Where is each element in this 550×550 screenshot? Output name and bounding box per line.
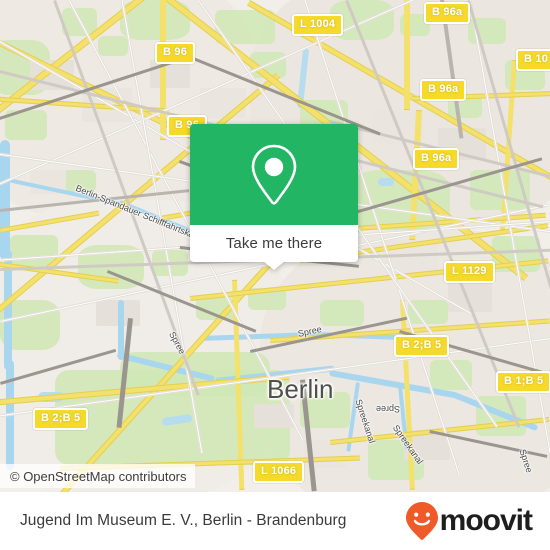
road-shield: B 96: [155, 42, 196, 64]
take-me-there-label: Take me there: [225, 235, 323, 252]
attribution-text: © OpenStreetMap contributors: [10, 468, 187, 484]
road-shield: L 1066: [253, 461, 305, 483]
bottom-bar: Jugend Im Museum E. V., Berlin - Branden…: [0, 492, 550, 550]
road-shield: B 1;B 5: [496, 371, 550, 393]
road-shield: B 2;B 5: [33, 408, 89, 430]
popup-header: [190, 124, 358, 225]
place-title: Jugend Im Museum E. V., Berlin - Branden…: [20, 512, 347, 529]
road-shield: B 96a: [420, 79, 467, 101]
screenshot-root: Berlin-Spandauer Schifffahrtskanal Spree S…: [0, 0, 550, 550]
road-shield: B 10: [516, 49, 550, 71]
map-canvas[interactable]: Berlin-Spandauer Schifffahrtskanal Spree S…: [0, 0, 550, 492]
map-attribution[interactable]: © OpenStreetMap contributors: [0, 464, 195, 488]
map-pin-icon: [251, 144, 297, 205]
road-shield: L 1129: [444, 261, 495, 283]
road-shield: B 96a: [424, 2, 471, 24]
road-shield: B 96a: [413, 148, 460, 170]
destination-popup[interactable]: Take me there: [190, 124, 358, 270]
moovit-pin-icon: [405, 502, 438, 540]
road-shield: B 2;B 5: [394, 335, 450, 357]
moovit-wordmark: moovit: [439, 504, 533, 537]
take-me-there-button[interactable]: Take me there: [190, 225, 358, 262]
popup-pointer: [263, 261, 285, 270]
road-shield: L 1004: [292, 14, 344, 36]
moovit-logo[interactable]: moovit: [405, 501, 533, 541]
